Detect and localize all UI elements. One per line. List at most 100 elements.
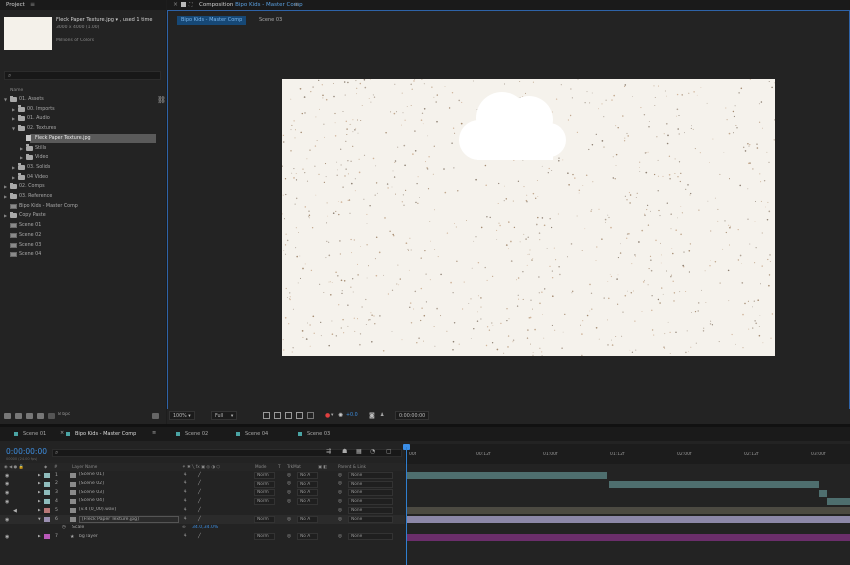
timeline-tab[interactable]: Scene 01 xyxy=(23,431,46,437)
resolution-select[interactable]: Full ▾ xyxy=(211,411,238,420)
quality-switch-icon[interactable]: ╱ xyxy=(198,517,201,522)
matte-toggle-icon[interactable]: ◎ xyxy=(287,490,291,495)
timeline-tab[interactable]: Bipo Kids - Master Comp xyxy=(75,431,136,437)
panel-menu-icon[interactable]: ≡ xyxy=(30,1,35,8)
pick-whip-icon[interactable]: ◎ xyxy=(338,499,342,504)
layer-name[interactable]: [Fleck Paper Texture.jpg] xyxy=(79,515,179,523)
disclosure-arrow-icon[interactable]: ▶ xyxy=(20,144,23,153)
trkmat-dropdown[interactable]: No A xyxy=(297,480,318,488)
label-color-swatch[interactable] xyxy=(44,507,50,513)
parent-dropdown[interactable]: None xyxy=(348,506,393,514)
eye-icon[interactable]: ◉ xyxy=(5,473,9,479)
composition-canvas[interactable] xyxy=(282,79,775,356)
close-icon[interactable]: × xyxy=(173,1,178,8)
pick-whip-icon[interactable]: ◎ xyxy=(338,473,342,478)
shy-switch-icon[interactable]: ⚘ xyxy=(183,499,187,504)
panel-menu-icon[interactable]: ≡ xyxy=(152,430,156,436)
layer-row[interactable]: ◀ ▶ 5 [v.4 (0_00).wav] ⚘ ╱ ◎ None xyxy=(0,506,405,515)
lock-icon[interactable]: ⛶ xyxy=(189,2,193,8)
current-time-display[interactable]: 0:00:00:00 xyxy=(6,447,47,456)
transparency-grid-icon[interactable] xyxy=(274,412,281,419)
composition-tab[interactable]: Composition Bipo Kids - Master Comp xyxy=(199,2,303,8)
label-color-swatch[interactable] xyxy=(44,472,50,478)
project-item[interactable]: ▶ 00. Imports xyxy=(0,105,166,115)
quality-switch-icon[interactable]: ╱ xyxy=(198,481,201,486)
eye-icon[interactable]: ◉ xyxy=(5,490,9,496)
timeline-tab[interactable]: Scene 03 xyxy=(307,431,330,437)
trkmat-header[interactable]: TrkMat xyxy=(287,464,301,469)
bit-depth-label[interactable]: 8 bpc xyxy=(58,412,70,417)
new-folder-icon[interactable] xyxy=(15,413,22,419)
project-item[interactable]: Scene 04 xyxy=(0,250,166,260)
disclosure-arrow-icon[interactable]: ▼ xyxy=(12,124,15,133)
layer-row[interactable]: ◉ ▶ 2 [Scene 02] ⚘ ╱ Norm ◎ No A ◎ None xyxy=(0,480,405,489)
project-item[interactable]: ▶ Copy Paste xyxy=(0,211,166,221)
quality-switch-icon[interactable]: ╱ xyxy=(198,499,201,504)
disclosure-arrow-icon[interactable]: ▶ xyxy=(4,182,7,191)
parent-dropdown[interactable]: None xyxy=(348,498,393,506)
property-row[interactable]: ◷ Scale 34.0,34.0% ∞ xyxy=(0,524,405,533)
motion-blur-icon[interactable]: ◔ xyxy=(370,448,375,455)
trash-icon[interactable] xyxy=(152,413,159,419)
project-item[interactable]: ▶ 03. Reference xyxy=(0,192,166,202)
matte-toggle-icon[interactable]: ◎ xyxy=(287,499,291,504)
parent-dropdown[interactable]: None xyxy=(348,515,393,523)
layer-duration-bar[interactable] xyxy=(827,498,850,506)
name-column-header[interactable]: Name xyxy=(10,88,23,93)
quality-switch-icon[interactable]: ╱ xyxy=(198,534,201,539)
shy-switch-icon[interactable]: ⚘ xyxy=(183,517,187,522)
project-item[interactable]: Scene 03 xyxy=(0,241,166,251)
mode-dropdown[interactable]: Norm xyxy=(254,480,275,488)
matte-toggle-icon[interactable]: ◎ xyxy=(287,481,291,486)
color-depth-icon[interactable] xyxy=(48,413,55,419)
views-icon[interactable] xyxy=(307,412,314,419)
project-item[interactable]: ▶ Video xyxy=(0,153,166,163)
twirl-arrow-icon[interactable]: ▼ xyxy=(38,517,41,521)
guides-icon[interactable] xyxy=(296,412,303,419)
parent-dropdown[interactable]: None xyxy=(348,533,393,541)
trkmat-dropdown[interactable]: No A xyxy=(297,489,318,497)
layer-name[interactable]: bg layer xyxy=(79,534,98,539)
mode-header[interactable]: Mode xyxy=(255,464,266,469)
layer-name[interactable]: [Scene 03] xyxy=(79,490,104,495)
shy-switch-icon[interactable]: ⚘ xyxy=(183,481,187,486)
flow-next-comp[interactable]: Scene 03 xyxy=(259,16,282,25)
label-color-swatch[interactable] xyxy=(44,490,50,496)
viewer-timecode[interactable]: 0:00:00:00 xyxy=(395,411,430,420)
layer-duration-bar[interactable] xyxy=(609,480,819,488)
parent-dropdown[interactable]: None xyxy=(348,489,393,497)
trkmat-dropdown[interactable]: No A xyxy=(297,515,318,523)
pick-whip-icon[interactable]: ◎ xyxy=(338,534,342,539)
twirl-arrow-icon[interactable]: ▶ xyxy=(38,473,41,477)
label-color-swatch[interactable] xyxy=(44,481,50,487)
eye-icon[interactable]: ◉ xyxy=(5,499,9,505)
disclosure-arrow-icon[interactable]: ▶ xyxy=(4,211,7,220)
playhead-line[interactable] xyxy=(406,447,407,565)
show-snapshot-icon[interactable]: ♟ xyxy=(380,411,384,420)
comp-mini-flowchart-icon[interactable]: ⇶ xyxy=(326,448,331,455)
interpret-footage-icon[interactable] xyxy=(4,413,11,419)
link-icon[interactable]: ∞ xyxy=(182,525,186,530)
trkmat-dropdown[interactable]: No A xyxy=(297,471,318,479)
trkmat-dropdown[interactable]: No A xyxy=(297,533,318,541)
exposure-reset-icon[interactable]: ✺ xyxy=(338,411,343,420)
mode-dropdown[interactable]: Norm xyxy=(254,489,275,497)
layer-row[interactable]: ◉ ▶ 4 [Scene 04] ⚘ ╱ Norm ◎ No A ◎ None xyxy=(0,497,405,506)
layer-row[interactable]: ◉ ▶ 1 [Scene 01] ⚘ ╱ Norm ◎ No A ◎ None xyxy=(0,471,405,480)
shy-switch-icon[interactable]: ⚘ xyxy=(183,473,187,478)
twirl-arrow-icon[interactable]: ▶ xyxy=(38,534,41,538)
layer-name[interactable]: [Scene 02] xyxy=(79,481,104,486)
label-color-swatch[interactable] xyxy=(44,534,50,540)
time-ruler[interactable]: 00f 00:12f 01:00f 01:12f 02:00f 02:12f 03:00f xyxy=(405,444,850,464)
mode-dropdown[interactable]: Norm xyxy=(254,471,275,479)
layer-duration-bar[interactable] xyxy=(407,472,607,479)
disclosure-arrow-icon[interactable]: ▶ xyxy=(4,192,7,201)
mode-dropdown[interactable]: Norm xyxy=(254,515,275,523)
trkmat-dropdown[interactable]: No A xyxy=(297,498,318,506)
close-icon[interactable]: × xyxy=(60,430,64,436)
snapshot-icon[interactable]: ◙ xyxy=(369,411,375,420)
layer-name[interactable]: Scale xyxy=(72,525,84,530)
pick-whip-icon[interactable]: ◎ xyxy=(338,490,342,495)
region-of-interest-icon[interactable] xyxy=(263,412,270,419)
scale-value[interactable]: 34.0,34.0% xyxy=(192,525,218,530)
